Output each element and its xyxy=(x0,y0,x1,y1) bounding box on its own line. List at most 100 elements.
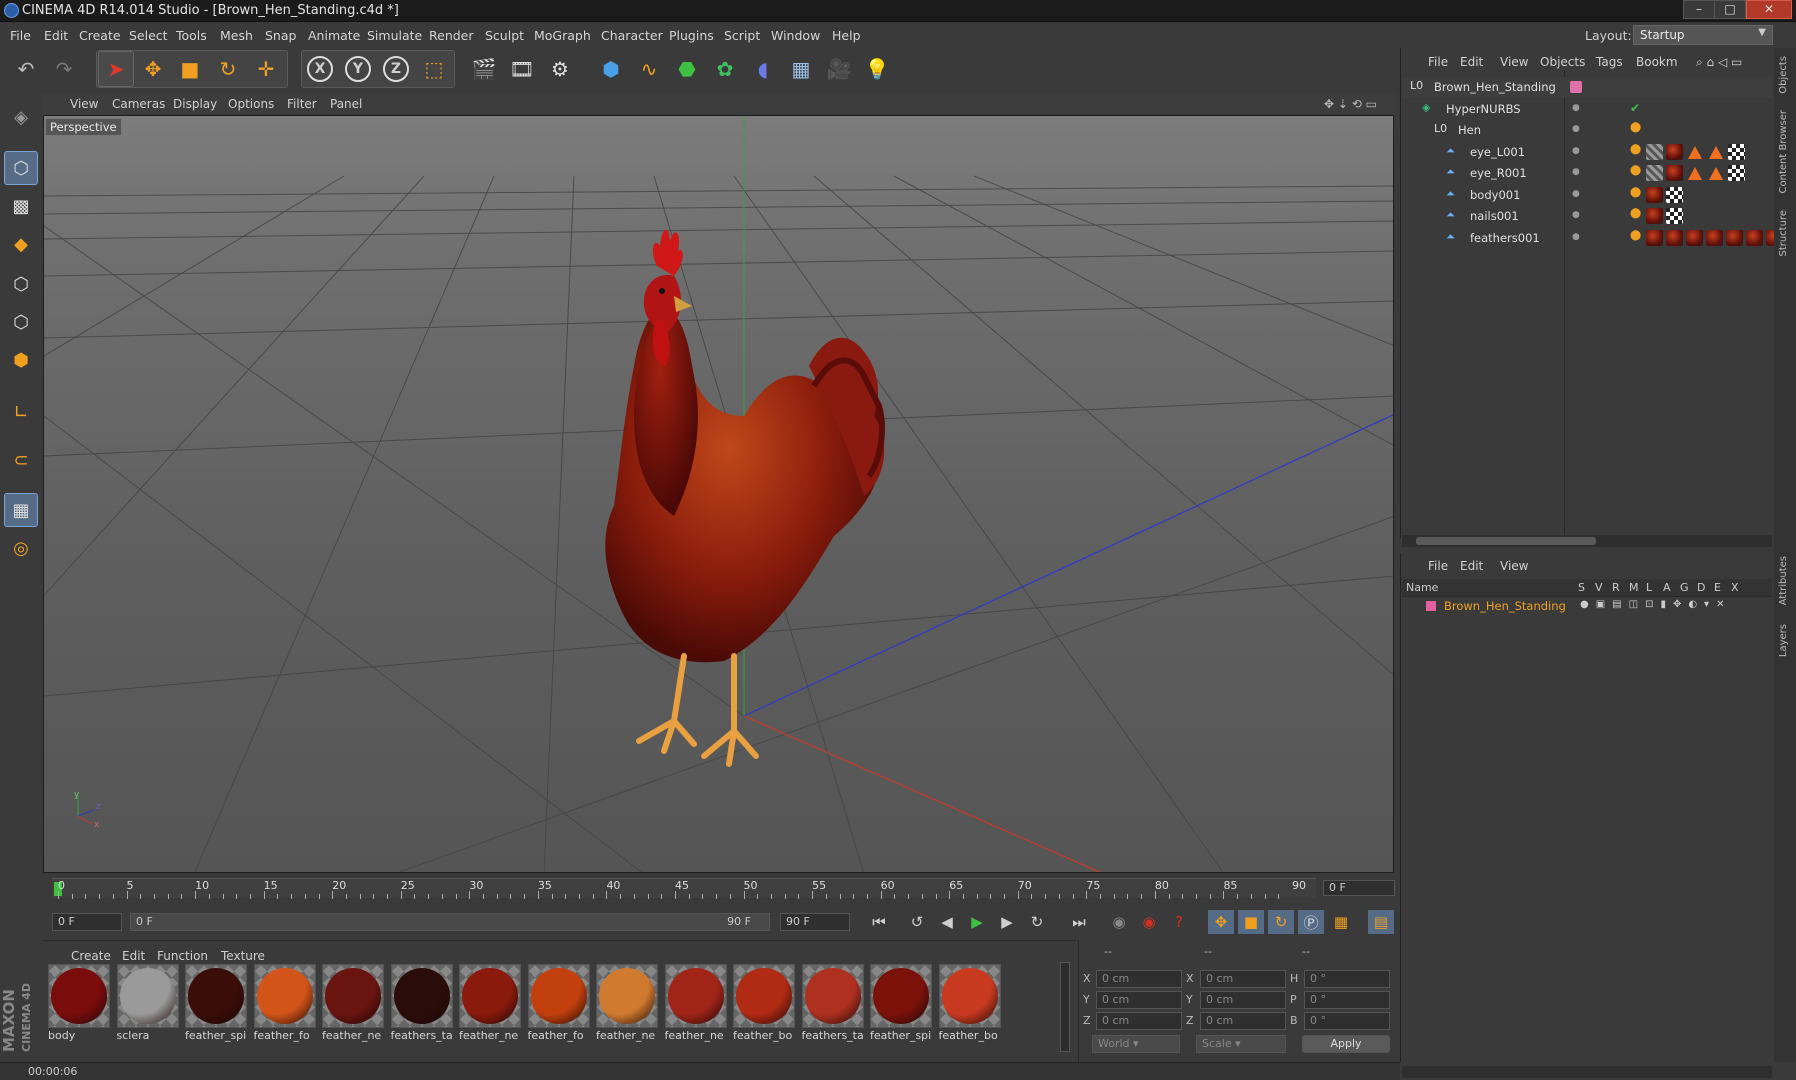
timeline-window-icon[interactable]: ▤ xyxy=(1368,910,1394,934)
material-tag-icon[interactable] xyxy=(1666,165,1684,181)
menu-mograph[interactable]: MoGraph xyxy=(534,28,591,43)
material-swatch[interactable]: feathers_ta xyxy=(801,964,866,1046)
phong-tag-icon[interactable]: ⬤ xyxy=(1630,165,1641,181)
layer-toggle-icons[interactable]: ●▣▤◫⊡▮✥◐▾✕ xyxy=(1580,599,1731,610)
tab-structure[interactable]: Structure xyxy=(1778,210,1789,257)
render-settings-icon[interactable]: ⚙ xyxy=(542,51,578,87)
om-search-icon[interactable]: ⌕ ⌂ ◁ ▭ xyxy=(1696,55,1742,70)
material-tag-icon[interactable] xyxy=(1706,229,1724,246)
undo-icon[interactable]: ↶ xyxy=(8,51,44,87)
edges-mode-icon[interactable]: ⬡ xyxy=(4,305,38,339)
material-swatch[interactable]: sclera xyxy=(116,964,181,1046)
material-tag-icon[interactable] xyxy=(1746,229,1764,246)
om-hscrollbar[interactable] xyxy=(1402,535,1772,547)
texture-mode-icon[interactable]: ▩ xyxy=(4,189,38,223)
visibility-dots-icon[interactable]: ● xyxy=(1572,146,1584,156)
layer-column-header[interactable]: V xyxy=(1595,581,1603,594)
layer-column-header[interactable]: E xyxy=(1714,581,1721,594)
material-tag-icon[interactable] xyxy=(1646,208,1664,224)
menu-simulate[interactable]: Simulate xyxy=(367,28,422,43)
material-tag-icon[interactable] xyxy=(1728,165,1746,181)
om-menu-file[interactable]: File xyxy=(1428,55,1448,69)
mat-menu-create[interactable]: Create xyxy=(71,949,111,963)
material-tag-icon[interactable] xyxy=(1726,229,1744,246)
menu-mesh[interactable]: Mesh xyxy=(220,28,253,43)
rotate-icon[interactable]: ↻ xyxy=(210,51,246,87)
material-swatch[interactable]: feather_ne xyxy=(459,964,523,1046)
menu-file[interactable]: File xyxy=(10,28,31,43)
material-tag-icon[interactable] xyxy=(1666,143,1684,160)
menu-select[interactable]: Select xyxy=(129,28,168,43)
menu-window[interactable]: Window xyxy=(771,28,820,43)
phong-tag-icon[interactable]: ⬤ xyxy=(1630,122,1641,133)
menu-character[interactable]: Character xyxy=(601,28,663,43)
menu-script[interactable]: Script xyxy=(724,28,760,43)
coord-value-field[interactable]: 0 cm xyxy=(1096,1012,1182,1030)
coord-value-field[interactable]: 0 cm xyxy=(1096,970,1182,988)
layer-column-header[interactable]: M xyxy=(1629,581,1639,594)
lm-menu-edit[interactable]: Edit xyxy=(1460,559,1483,573)
apply-button[interactable]: Apply xyxy=(1302,1035,1390,1053)
nurbs-icon[interactable]: ⬣ xyxy=(669,51,705,87)
coord-value-field[interactable]: 0 ° xyxy=(1304,991,1390,1009)
vp-menu-cameras[interactable]: Cameras xyxy=(112,97,165,111)
material-swatch[interactable]: body xyxy=(48,964,112,1046)
menu-sculpt[interactable]: Sculpt xyxy=(485,28,524,43)
workplane-lock-icon[interactable]: ▦ xyxy=(4,493,38,527)
texture-triangle-icon[interactable] xyxy=(1688,167,1703,180)
material-tag-icon[interactable] xyxy=(1666,208,1684,224)
soft-selection-icon[interactable]: ◎ xyxy=(4,531,38,565)
material-scrollbar[interactable] xyxy=(1060,962,1070,1052)
menu-render[interactable]: Render xyxy=(429,28,474,43)
coord-value-field[interactable]: 0 cm xyxy=(1096,991,1182,1009)
key-scale-icon[interactable]: ■ xyxy=(1238,910,1264,934)
phong-tag-icon[interactable]: ⬤ xyxy=(1630,144,1641,160)
keyframe-selection-icon[interactable]: ? xyxy=(1166,910,1192,934)
tab-objects[interactable]: Objects xyxy=(1778,56,1789,94)
goto-start-icon[interactable]: ⏮ xyxy=(866,910,892,934)
spline-icon[interactable]: ∿ xyxy=(631,51,667,87)
y-axis-icon[interactable]: Y xyxy=(340,51,376,87)
object-row[interactable]: ⏶ eye_L001 ● ⬤ xyxy=(1402,142,1772,163)
lm-menu-file[interactable]: File xyxy=(1428,559,1448,573)
maximize-button[interactable]: □ xyxy=(1714,0,1746,19)
vp-menu-display[interactable]: Display xyxy=(173,97,217,111)
x-axis-icon[interactable]: X xyxy=(302,51,338,87)
current-frame-field[interactable]: 0 F xyxy=(1323,880,1395,896)
visibility-dots-icon[interactable]: ● xyxy=(1572,103,1584,113)
material-swatch[interactable]: feathers_ta xyxy=(390,964,455,1046)
layer-row[interactable]: Brown_Hen_Standing ●▣▤◫⊡▮✥◐▾✕ xyxy=(1402,598,1772,616)
material-tag-icon[interactable] xyxy=(1666,186,1684,203)
material-tag-icon[interactable] xyxy=(1666,229,1684,246)
next-key-icon[interactable]: ↻ xyxy=(1024,910,1050,934)
light-icon[interactable]: 💡 xyxy=(859,51,895,87)
object-row[interactable]: ⏶ feathers001 ● ⬤ xyxy=(1402,228,1784,249)
menu-help[interactable]: Help xyxy=(832,28,861,43)
timeline-ruler[interactable]: 0 5 10 15 20 25 30 35 40 45 50 55 60 65 70 75 80 85 90 xyxy=(52,878,1316,899)
object-row[interactable]: ◈ HyperNURBS ● ✔ xyxy=(1402,99,1772,120)
texture-triangle-icon[interactable] xyxy=(1709,145,1724,159)
menu-edit[interactable]: Edit xyxy=(44,28,68,43)
material-tag-icon[interactable] xyxy=(1646,186,1664,203)
scale-icon[interactable]: ■ xyxy=(172,51,208,87)
visibility-dots-icon[interactable]: ● xyxy=(1572,167,1584,177)
play-icon[interactable]: ▶ xyxy=(964,910,990,934)
checkmark-icon[interactable]: ✔ xyxy=(1630,101,1640,115)
om-menu-objects[interactable]: Objects xyxy=(1540,55,1585,69)
next-frame-icon[interactable]: ▶ xyxy=(994,910,1020,934)
phong-tag-icon[interactable]: ⬤ xyxy=(1630,187,1641,203)
object-row[interactable]: L0 Hen ● ⬤ xyxy=(1402,120,1772,141)
deformer-icon[interactable]: ◖ xyxy=(745,51,781,87)
polygons-mode-icon[interactable]: ⬢ xyxy=(4,343,38,377)
render-view-icon[interactable]: 🎬 xyxy=(466,51,502,87)
goto-end-icon[interactable]: ⏭ xyxy=(1066,910,1092,934)
menu-tools[interactable]: Tools xyxy=(176,28,207,43)
key-rotation-icon[interactable]: ↻ xyxy=(1268,910,1294,934)
object-row[interactable]: ⏶ eye_R001 ● ⬤ xyxy=(1402,163,1772,184)
layer-column-header[interactable]: S xyxy=(1578,581,1585,594)
material-swatch[interactable]: feather_bo xyxy=(733,964,797,1046)
tab-attributes[interactable]: Attributes xyxy=(1778,556,1789,605)
coordinate-system-icon[interactable]: ⬚ xyxy=(416,51,452,87)
visibility-dots-icon[interactable]: ● xyxy=(1572,232,1584,242)
coord-value-field[interactable]: 0 ° xyxy=(1304,1012,1390,1030)
